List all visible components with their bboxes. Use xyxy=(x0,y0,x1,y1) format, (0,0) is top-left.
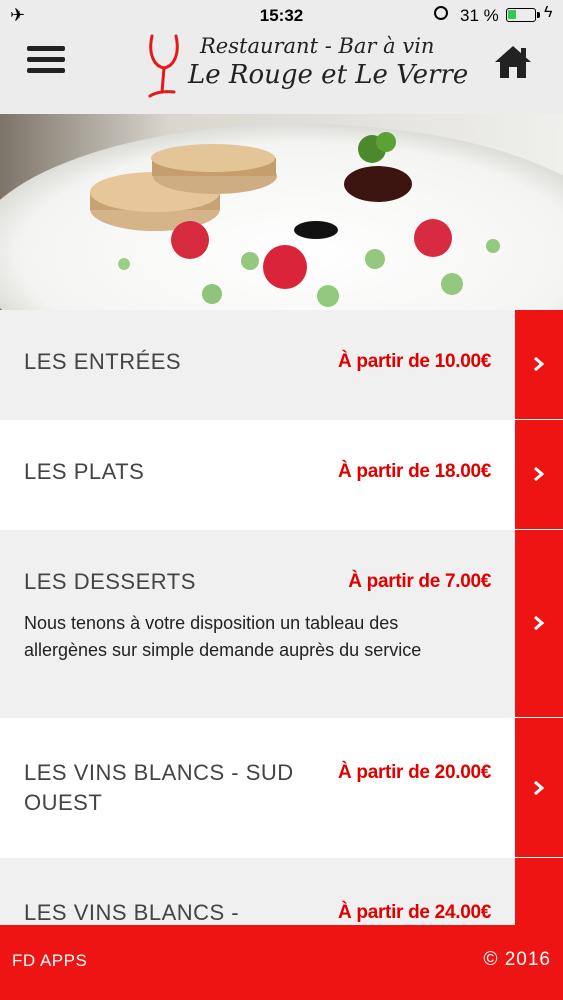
chevron-right-icon xyxy=(534,781,545,795)
battery-percentage: 31 % xyxy=(460,6,499,25)
menu-item-description: Nous tenons à votre disposition un table… xyxy=(24,613,422,660)
app-header: Restaurant - Bar à vin Le Rouge et Le Ve… xyxy=(0,32,563,114)
logo-tagline: Restaurant - Bar à vin xyxy=(200,34,435,58)
menu-item-title: LES VINS BLANCS - SUD OUEST xyxy=(24,760,294,815)
menu-bar-icon xyxy=(27,46,65,51)
chevron-button[interactable] xyxy=(515,530,563,718)
chevron-button[interactable] xyxy=(515,310,563,420)
menu-item-vins-blancs-sud-ouest[interactable]: LES VINS BLANCS - SUD OUEST À partir de … xyxy=(0,718,563,858)
menu-item-title: LES PLATS xyxy=(24,459,145,484)
menu-item-plats[interactable]: LES PLATS À partir de 18.00€ xyxy=(0,420,563,530)
menu-item-title: LES DESSERTS xyxy=(24,569,196,594)
menu-item-price: À partir de 10.00€ xyxy=(337,351,491,372)
menu-item-price: À partir de 7.00€ xyxy=(348,571,491,592)
logo-name: Le Rouge et Le Verre xyxy=(188,60,469,90)
alarm-icon xyxy=(434,6,448,20)
footer-bar: FD APPS © 2016 xyxy=(0,925,563,1000)
chevron-button[interactable] xyxy=(515,718,563,858)
chevron-right-icon xyxy=(534,467,545,481)
charging-icon: ϟ xyxy=(544,4,553,21)
battery-fill xyxy=(508,10,516,19)
menu-item-price: À partir de 24.00€ xyxy=(337,902,491,923)
menu-category-list: LES ENTRÉES À partir de 10.00€ LES PLATS… xyxy=(0,310,563,925)
restaurant-logo: Restaurant - Bar à vin Le Rouge et Le Ve… xyxy=(140,32,468,114)
chevron-right-icon xyxy=(534,357,545,371)
menu-item-entrees[interactable]: LES ENTRÉES À partir de 10.00€ xyxy=(0,310,563,420)
menu-bar-icon xyxy=(27,57,65,62)
hero-dish-image xyxy=(0,114,563,310)
hamburger-menu-button[interactable] xyxy=(27,46,67,78)
chevron-button[interactable] xyxy=(515,858,563,925)
battery-icon xyxy=(506,8,540,22)
menu-item-price: À partir de 20.00€ xyxy=(337,762,491,783)
menu-item-title: LES VINS BLANCS - xyxy=(24,900,240,925)
home-button[interactable] xyxy=(493,42,533,82)
chevron-button[interactable] xyxy=(515,420,563,530)
status-bar: ✈ 15:32 31 % ϟ xyxy=(0,0,563,32)
battery-tip xyxy=(537,12,540,18)
chevron-right-icon xyxy=(534,616,545,630)
footer-copyright: © 2016 xyxy=(483,949,551,970)
menu-bar-icon xyxy=(27,68,65,73)
menu-item-desserts[interactable]: LES DESSERTS À partir de 7.00€ Nous teno… xyxy=(0,530,563,718)
menu-item-price: À partir de 18.00€ xyxy=(337,461,491,482)
footer-developer-link[interactable]: FD APPS xyxy=(12,951,87,971)
menu-item-title: LES ENTRÉES xyxy=(24,349,182,374)
menu-item-vins-blancs[interactable]: LES VINS BLANCS - À partir de 24.00€ xyxy=(0,858,563,925)
home-icon xyxy=(495,46,531,78)
